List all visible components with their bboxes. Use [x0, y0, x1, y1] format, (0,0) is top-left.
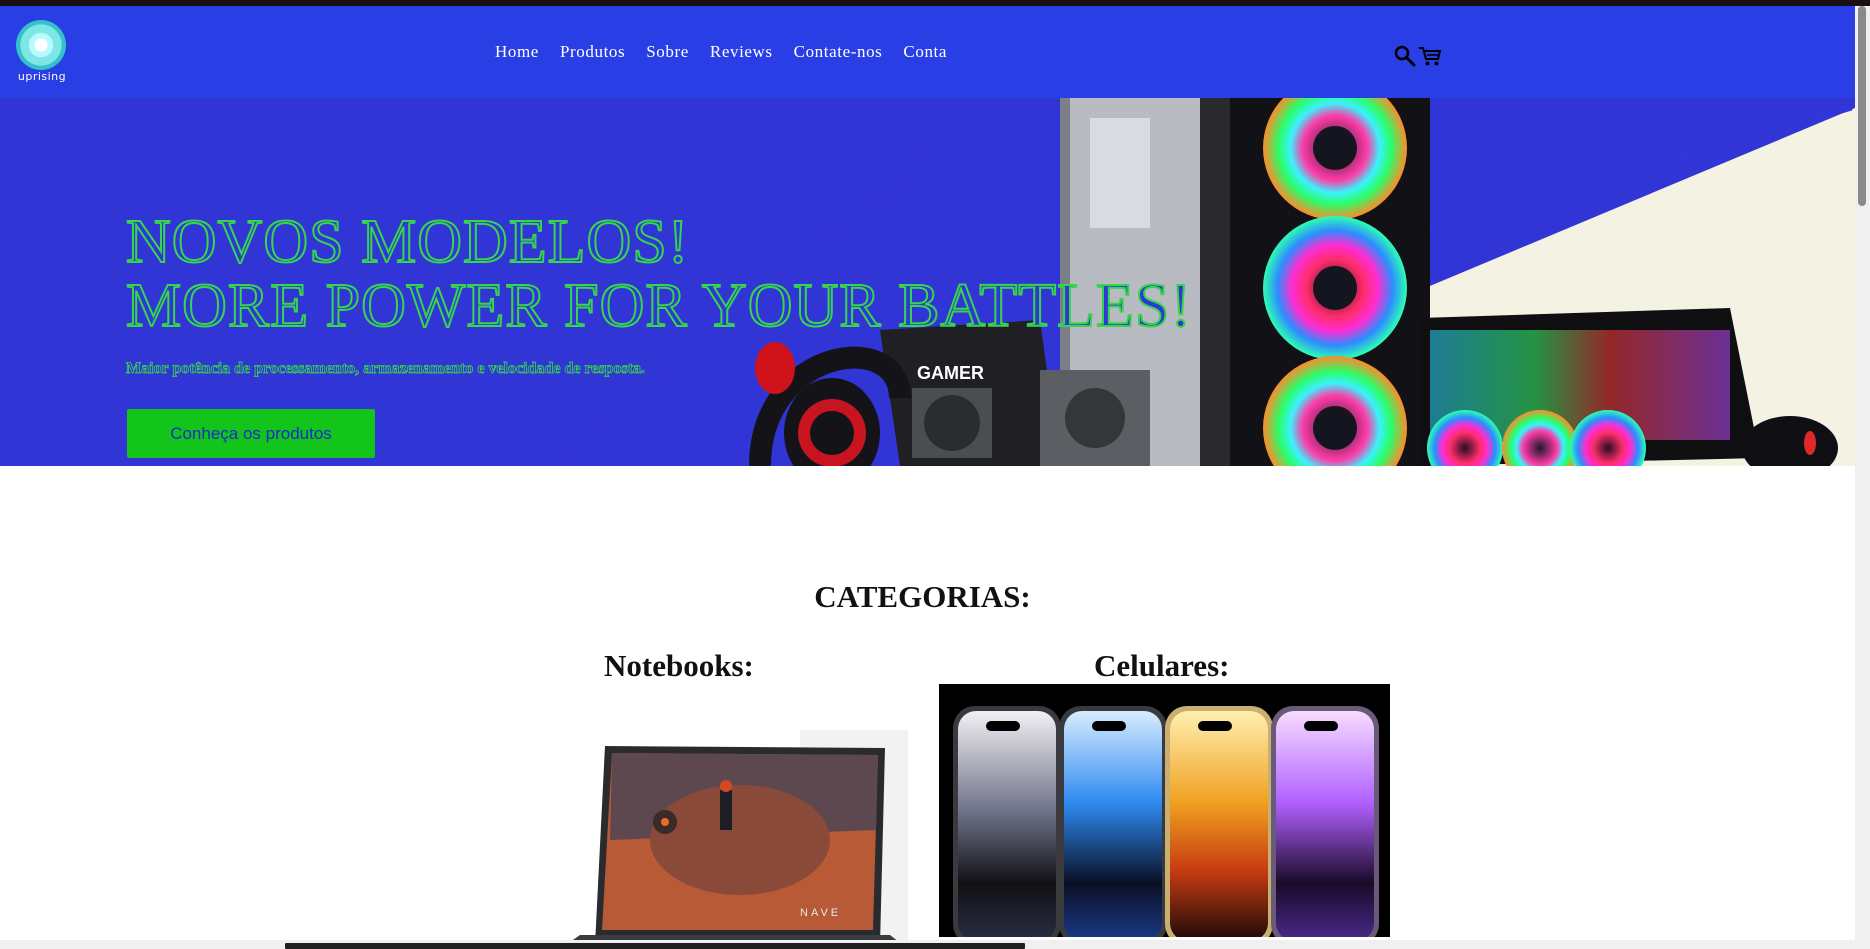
- horizontal-scrollbar[interactable]: [0, 940, 1855, 949]
- hero-title-line-1: NOVOS MODELOS!: [125, 208, 690, 276]
- category-label-celulares: Celulares:: [1094, 648, 1230, 683]
- cart-icon[interactable]: [1418, 45, 1442, 67]
- horizontal-scrollbar-thumb[interactable]: [285, 943, 1025, 949]
- conheca-produtos-button[interactable]: Conheça os produtos: [127, 409, 375, 458]
- notebooks-category-image[interactable]: NAVE: [540, 690, 908, 949]
- celulares-category-image[interactable]: [939, 684, 1390, 937]
- categories-heading: CATEGORIAS:: [814, 579, 1031, 614]
- brand-logo[interactable]: uprising: [14, 20, 70, 90]
- category-label-notebooks: Notebooks:: [604, 648, 754, 683]
- nav-link-home[interactable]: Home: [495, 42, 539, 62]
- gamer-box-text: GAMER: [917, 363, 984, 383]
- nav-link-sobre[interactable]: Sobre: [646, 42, 689, 62]
- hero-banner: GAMER NOVOS MODELOS! MORE POWER FOR YOUR…: [0, 98, 1855, 466]
- nav-link-reviews[interactable]: Reviews: [710, 42, 773, 62]
- hero-title: NOVOS MODELOS! MORE POWER FOR YOUR BATTL…: [125, 208, 1192, 340]
- search-icon[interactable]: [1394, 45, 1416, 67]
- main-nav: Home Produtos Sobre Reviews Contate-nos …: [495, 42, 947, 62]
- vertical-scrollbar-thumb[interactable]: [1858, 6, 1866, 206]
- hero-title-line-2: MORE POWER FOR YOUR BATTLES!: [125, 272, 1192, 340]
- nave-logo-text: NAVE: [800, 907, 841, 919]
- logo-mark-icon: [16, 20, 66, 70]
- vertical-scrollbar[interactable]: [1855, 6, 1870, 949]
- brand-name: uprising: [17, 70, 67, 83]
- nav-link-produtos[interactable]: Produtos: [560, 42, 625, 62]
- nav-link-conta[interactable]: Conta: [903, 42, 947, 62]
- hero-subtitle: Maior potência de processamento, armazen…: [126, 360, 646, 378]
- site-header: uprising Home Produtos Sobre Reviews Con…: [0, 6, 1855, 98]
- nav-link-contate-nos[interactable]: Contate-nos: [794, 42, 883, 62]
